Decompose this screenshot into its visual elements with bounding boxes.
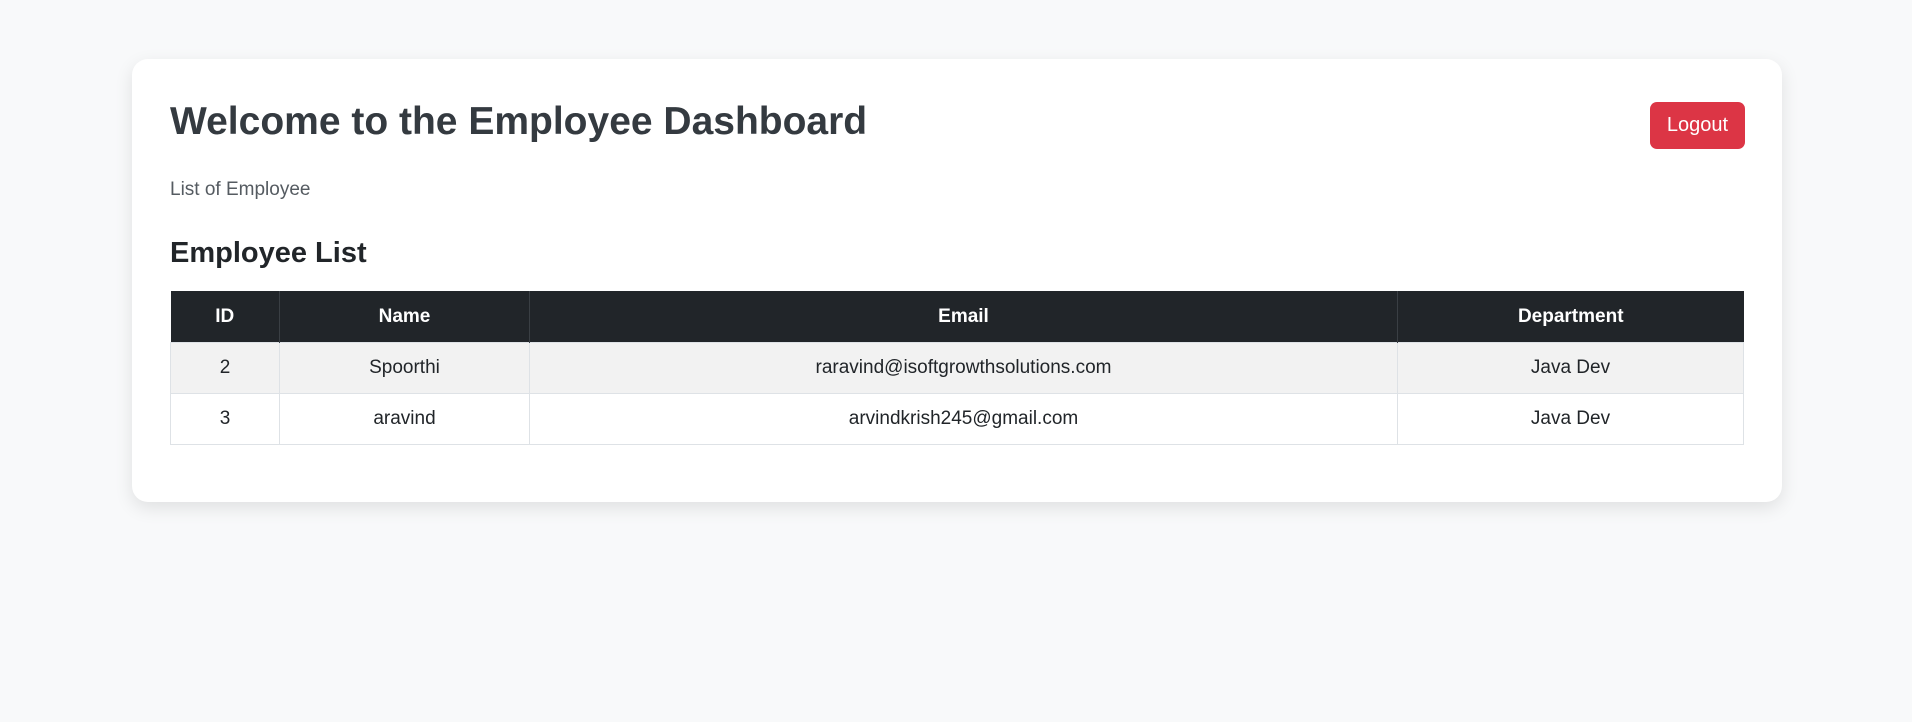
table-row: 3 aravind arvindkrish245@gmail.com Java …: [170, 393, 1744, 445]
section-title: Employee List: [170, 237, 367, 269]
column-header-department: Department: [1397, 291, 1744, 343]
cell-name: Spoorthi: [279, 342, 530, 394]
column-header-email: Email: [529, 291, 1398, 343]
employee-table-container: ID Name Email Department 2 Spoorthi rara…: [170, 291, 1744, 445]
dashboard-card: Welcome to the Employee Dashboard Logout…: [132, 59, 1782, 502]
cell-email: arvindkrish245@gmail.com: [529, 393, 1398, 445]
table-row: 2 Spoorthi raravind@isoftgrowthsolutions…: [170, 342, 1744, 394]
column-header-id: ID: [170, 291, 280, 343]
cell-department: Java Dev: [1397, 393, 1744, 445]
cell-email: raravind@isoftgrowthsolutions.com: [529, 342, 1398, 394]
cell-id: 2: [170, 342, 280, 394]
logout-button[interactable]: Logout: [1650, 102, 1745, 149]
cell-id: 3: [170, 393, 280, 445]
employee-table: ID Name Email Department 2 Spoorthi rara…: [170, 291, 1744, 445]
cell-name: aravind: [279, 393, 530, 445]
table-header-row: ID Name Email Department: [170, 291, 1744, 343]
header-row: Welcome to the Employee Dashboard: [170, 97, 1744, 167]
column-header-name: Name: [279, 291, 530, 343]
page-subtitle: List of Employee: [170, 179, 311, 200]
page-title: Welcome to the Employee Dashboard: [170, 100, 868, 143]
cell-department: Java Dev: [1397, 342, 1744, 394]
